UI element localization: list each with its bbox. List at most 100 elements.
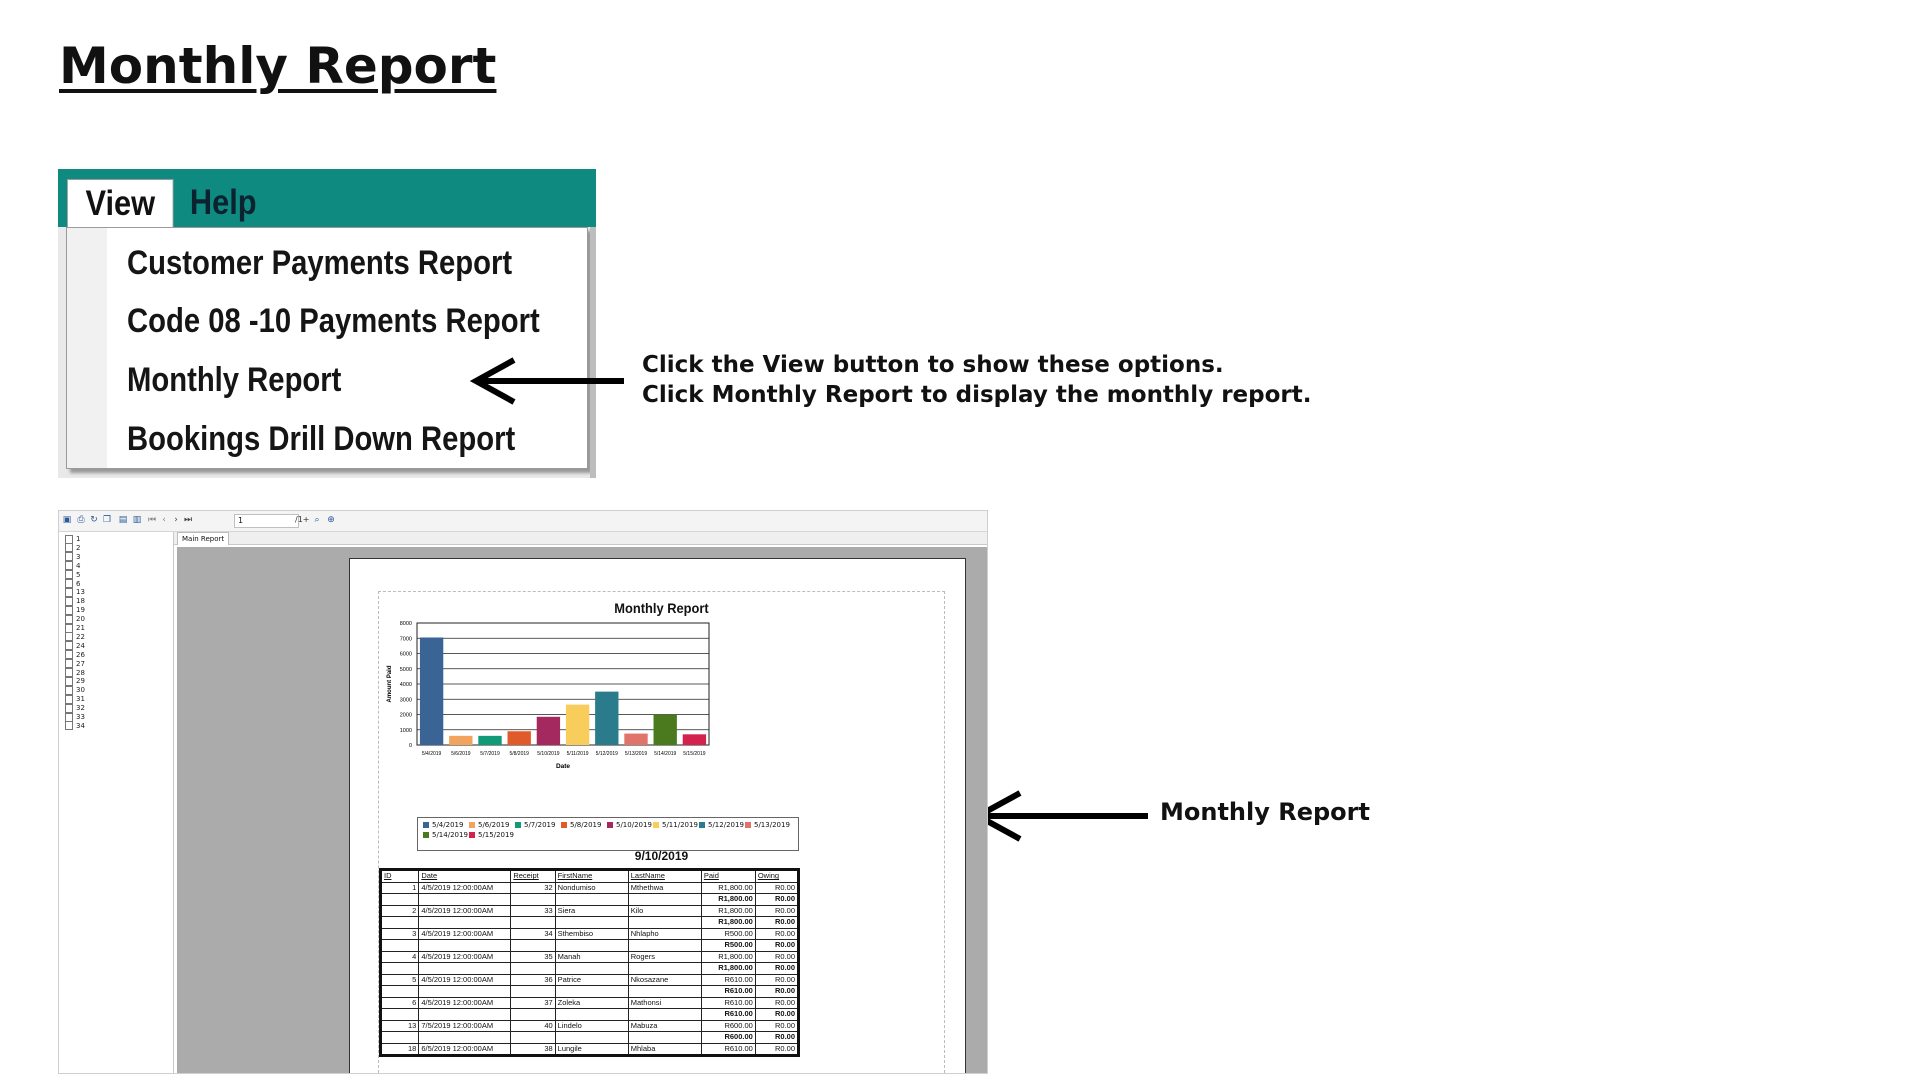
cell-last: Mabuza <box>627 1019 702 1032</box>
report-caption: Monthly Report <box>1160 798 1370 826</box>
first-page-icon[interactable]: ⏮ <box>146 514 158 526</box>
cell-empty <box>627 985 702 998</box>
x-tick-label: 5/10/2019 <box>537 751 559 757</box>
legend-item: 5/6/2019 <box>469 821 509 830</box>
bar <box>478 735 502 745</box>
tree-item-label: 31 <box>76 695 85 704</box>
table-row: 1 4/5/2019 12:00:00AM 32 Nondumiso Mthethwa R… <box>379 881 800 894</box>
table-subtotal-row: R610.00 R0.00 <box>379 1008 800 1021</box>
cell-last: Mthethwa <box>627 881 702 894</box>
x-tick-label: 5/8/2019 <box>509 751 529 757</box>
cell-receipt: 34 <box>510 927 556 940</box>
cell-owing: R0.00 <box>754 904 800 917</box>
menu-gutter <box>67 228 107 468</box>
page-total: /1+ <box>295 515 310 524</box>
cell-empty <box>554 1008 629 1021</box>
cell-date: 4/5/2019 12:00:00AM <box>418 904 512 917</box>
legend-swatch <box>745 822 751 828</box>
legend-label: 5/4/2019 <box>432 821 464 829</box>
next-page-icon[interactable]: › <box>170 514 182 526</box>
y-tick-label: 7000 <box>400 636 412 642</box>
cell-receipt: 32 <box>510 881 556 894</box>
legend-swatch <box>423 832 429 838</box>
cell-first: Siera <box>554 904 629 917</box>
legend-swatch <box>423 822 429 828</box>
cell-last: Rogers <box>627 950 702 963</box>
x-tick-label: 5/6/2019 <box>451 751 471 757</box>
legend-swatch <box>699 822 705 828</box>
bar <box>536 716 561 745</box>
cell-paid: R600.00 <box>700 1019 756 1032</box>
table-subtotal-row: R500.00 R0.00 <box>379 939 800 952</box>
legend-label: 5/7/2019 <box>524 821 556 829</box>
legend-label: 5/12/2019 <box>708 821 744 829</box>
cell-paid-total: R500.00 <box>700 939 756 952</box>
view-menu-screenshot: View Help Customer Payments Report Code … <box>58 169 596 478</box>
legend-swatch <box>469 822 475 828</box>
export-icon[interactable]: ▣ <box>61 514 73 526</box>
cell-receipt: 40 <box>510 1019 556 1032</box>
cell-owing: R0.00 <box>754 1019 800 1032</box>
instruction-line-1: Click the View button to show these opti… <box>642 352 1224 378</box>
table-subtotal-row: R1,800.00 R0.00 <box>379 916 800 929</box>
cell-empty <box>379 985 420 998</box>
view-menu-tab[interactable]: View <box>67 179 174 228</box>
bar <box>565 704 590 745</box>
parameters-icon[interactable]: ▥ <box>131 514 143 526</box>
legend-label: 5/11/2019 <box>662 821 698 829</box>
cell-last: Mhlaba <box>627 1042 702 1056</box>
page-title: Monthly Report <box>59 37 497 95</box>
tree-item[interactable]: 34 <box>65 721 85 732</box>
tree-item-label: 30 <box>76 686 85 695</box>
menu-item-customer-payments-report[interactable]: Customer Payments Report <box>127 241 512 285</box>
print-icon[interactable]: ⎙ <box>75 514 87 526</box>
help-menu-tab[interactable]: Help <box>174 179 272 227</box>
cell-owing: R0.00 <box>754 996 800 1009</box>
legend-label: 5/6/2019 <box>478 821 510 829</box>
cell-date: 4/5/2019 12:00:00AM <box>418 950 512 963</box>
cell-id: 4 <box>379 950 420 963</box>
tree-item-label: 22 <box>76 632 85 641</box>
cell-empty <box>627 916 702 929</box>
cell-empty <box>510 1008 556 1021</box>
bar <box>507 731 531 745</box>
cell-date: 4/5/2019 12:00:00AM <box>418 973 512 986</box>
refresh-icon[interactable]: ↻ <box>88 514 100 526</box>
legend-swatch <box>561 822 567 828</box>
cell-last: Mathonsi <box>627 996 702 1009</box>
cell-id: 1 <box>379 881 420 894</box>
x-tick-label: 5/15/2019 <box>683 751 705 757</box>
chart-legend: 5/4/2019 5/6/2019 5/7/2019 5/8/2019 5/10/201… <box>417 817 799 851</box>
cell-paid-total: R610.00 <box>700 985 756 998</box>
page-number-input[interactable]: 1 <box>234 514 299 528</box>
find-icon[interactable]: ⌕ <box>311 514 323 526</box>
cell-date: 7/5/2019 12:00:00AM <box>418 1019 512 1032</box>
menu-item-monthly-report[interactable]: Monthly Report <box>127 358 341 402</box>
cell-owing-total: R0.00 <box>754 1031 800 1044</box>
x-tick-label: 5/14/2019 <box>654 751 676 757</box>
col-id: ID <box>379 869 420 883</box>
tree-item-label: 29 <box>76 677 85 686</box>
copy-icon[interactable]: ❐ <box>101 514 113 526</box>
group-tree-icon[interactable]: ▤ <box>117 514 129 526</box>
menu-item-code-08-10-payments-report[interactable]: Code 08 -10 Payments Report <box>127 299 540 343</box>
report-body: Monthly Report 0 1000 2000 3000 4000 5000 6000… <box>378 591 945 1073</box>
cell-owing-total: R0.00 <box>754 939 800 952</box>
x-tick-label: 5/12/2019 <box>596 751 618 757</box>
cell-paid-total: R1,800.00 <box>700 962 756 975</box>
tab-main-report[interactable]: Main Report <box>177 532 230 545</box>
cell-empty <box>510 985 556 998</box>
cell-paid: R610.00 <box>700 973 756 986</box>
last-page-icon[interactable]: ⏭ <box>182 514 194 526</box>
cell-empty <box>627 962 702 975</box>
cell-empty <box>510 893 556 906</box>
menu-item-bookings-drill-down-report[interactable]: Bookings Drill Down Report <box>127 417 515 461</box>
document-icon <box>65 721 73 731</box>
bar <box>624 733 648 745</box>
zoom-icon[interactable]: ⊕ <box>325 514 337 526</box>
tree-item-label: 34 <box>76 721 85 730</box>
previous-page-icon[interactable]: ‹ <box>158 514 170 526</box>
col-lastname: LastName <box>627 869 702 883</box>
legend-label: 5/15/2019 <box>478 831 514 839</box>
table-header-row: ID Date Receipt FirstName LastName Paid … <box>379 869 800 883</box>
